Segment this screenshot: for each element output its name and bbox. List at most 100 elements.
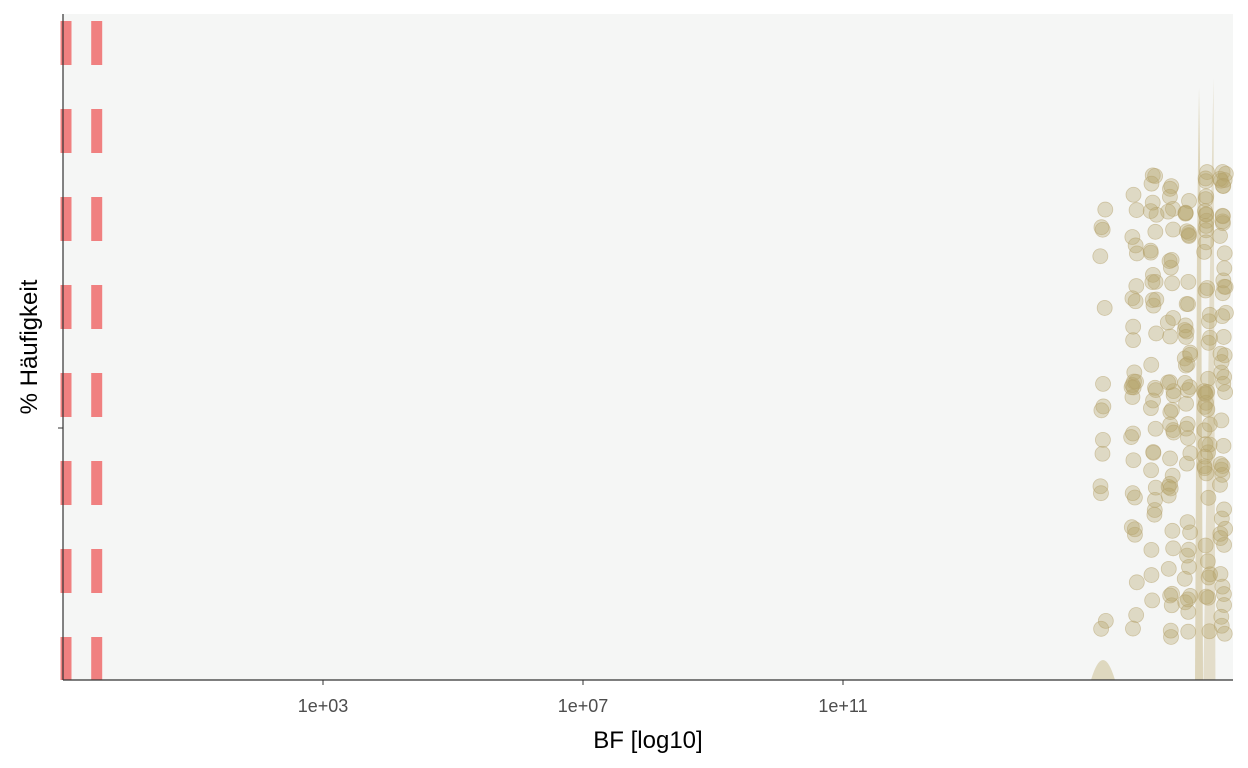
data-point xyxy=(1163,252,1180,268)
data-point xyxy=(1164,522,1181,539)
data-point xyxy=(1198,234,1215,251)
data-point xyxy=(1124,229,1141,245)
data-point xyxy=(1094,445,1111,462)
data-point xyxy=(1126,489,1143,506)
data-point xyxy=(1181,558,1197,575)
data-point xyxy=(1178,455,1195,472)
data-point xyxy=(1199,280,1216,296)
data-point xyxy=(1197,170,1214,187)
data-point xyxy=(1212,476,1228,493)
data-point xyxy=(1143,462,1159,479)
data-point xyxy=(1201,313,1217,330)
data-point xyxy=(1180,273,1197,290)
data-point xyxy=(1215,437,1232,454)
data-point xyxy=(1093,402,1110,419)
data-point xyxy=(1179,223,1195,240)
data-point xyxy=(1198,465,1215,482)
data-point xyxy=(1165,540,1182,557)
data-point xyxy=(1148,325,1165,342)
data-point xyxy=(1164,585,1180,602)
data-point xyxy=(1215,208,1231,225)
data-point xyxy=(1147,420,1164,437)
y-axis-title: % Häufigkeit xyxy=(16,279,43,414)
data-point xyxy=(1200,489,1217,506)
data-point xyxy=(1199,553,1216,570)
data-point xyxy=(1147,223,1164,240)
data-point xyxy=(1143,567,1160,583)
data-point xyxy=(1216,369,1233,385)
data-point xyxy=(1144,274,1161,290)
data-point xyxy=(1216,501,1232,518)
data-point xyxy=(1215,178,1232,194)
data-point xyxy=(1143,356,1160,373)
data-point xyxy=(1178,395,1194,412)
data-point xyxy=(1179,416,1196,432)
data-point xyxy=(1123,429,1140,445)
data-point xyxy=(1125,452,1142,469)
data-point xyxy=(1214,285,1231,302)
data-point xyxy=(1095,375,1111,392)
data-point xyxy=(1178,323,1195,340)
data-point xyxy=(1125,620,1141,637)
data-point xyxy=(1126,521,1143,538)
x-tick-label: 1e+03 xyxy=(298,696,349,716)
data-point xyxy=(1198,212,1215,229)
data-point xyxy=(1147,168,1164,184)
data-point xyxy=(1197,448,1213,465)
data-point xyxy=(1218,304,1234,321)
data-point xyxy=(1142,242,1159,259)
data-point xyxy=(1160,487,1177,504)
data-point xyxy=(1177,205,1194,222)
data-point xyxy=(1144,194,1161,211)
data-point xyxy=(1125,186,1142,203)
data-point xyxy=(1212,456,1229,472)
data-point xyxy=(1165,221,1181,238)
data-point xyxy=(1160,203,1177,220)
data-point xyxy=(1092,248,1109,265)
data-point xyxy=(1212,566,1229,582)
data-point xyxy=(1162,450,1178,467)
data-point xyxy=(1213,617,1230,634)
data-point xyxy=(1215,329,1232,345)
x-ticks: 1e+03 1e+07 1e+11 xyxy=(298,680,868,716)
data-point xyxy=(1180,430,1196,446)
data-point xyxy=(1180,296,1196,312)
data-point xyxy=(1125,318,1142,335)
data-point xyxy=(1093,620,1110,637)
data-point xyxy=(1165,387,1182,404)
data-point xyxy=(1162,328,1179,345)
data-point xyxy=(1182,588,1199,604)
data-point xyxy=(1144,592,1161,609)
data-point xyxy=(1094,221,1111,238)
data-point xyxy=(1180,603,1197,620)
data-point xyxy=(1160,560,1177,577)
data-point xyxy=(1162,622,1179,639)
data-point xyxy=(1125,379,1142,396)
plot-panel xyxy=(63,14,1233,680)
data-point xyxy=(1212,228,1228,244)
data-point xyxy=(1200,334,1217,351)
x-tick-label: 1e+07 xyxy=(558,696,609,716)
data-point xyxy=(1127,293,1144,310)
data-point xyxy=(1200,589,1217,606)
data-point xyxy=(1213,412,1230,429)
data-point xyxy=(1096,300,1113,316)
data-point xyxy=(1177,375,1193,391)
data-point xyxy=(1212,345,1229,362)
data-point xyxy=(1128,574,1145,591)
data-point xyxy=(1182,344,1199,361)
data-point xyxy=(1095,431,1111,448)
data-point xyxy=(1180,541,1197,558)
data-point xyxy=(1217,520,1234,537)
data-point xyxy=(1162,180,1178,197)
data-point xyxy=(1128,202,1145,218)
data-point xyxy=(1197,537,1214,554)
data-point xyxy=(1144,292,1161,308)
data-point xyxy=(1216,586,1232,602)
x-tick-label: 1e+11 xyxy=(818,696,867,716)
data-point xyxy=(1162,404,1179,420)
data-point xyxy=(1097,201,1114,218)
data-point xyxy=(1200,370,1217,387)
x-axis-title: BF [log10] xyxy=(593,727,702,754)
data-point xyxy=(1143,541,1160,558)
